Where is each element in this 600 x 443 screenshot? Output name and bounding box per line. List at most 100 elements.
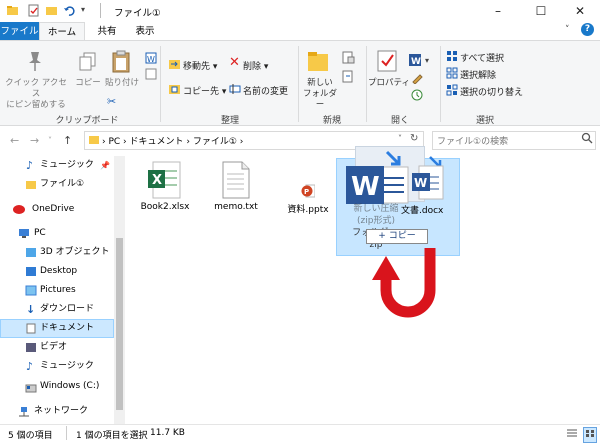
nav-item-drive-c[interactable]: Windows (C:) bbox=[0, 377, 114, 396]
move-to-icon bbox=[168, 58, 181, 73]
history-icon[interactable] bbox=[411, 89, 423, 104]
move-to-button[interactable]: 移動先 ▾ bbox=[183, 59, 217, 72]
network-icon bbox=[18, 406, 30, 425]
docx-file-name[interactable]: 文書.docx bbox=[401, 203, 443, 216]
nav-item-pc[interactable]: PC bbox=[0, 224, 114, 243]
new-folder-line1: 新しい bbox=[307, 78, 333, 88]
nav-label: ビデオ bbox=[40, 342, 68, 352]
excel-icon[interactable]: X bbox=[147, 161, 181, 202]
text-file-icon[interactable] bbox=[222, 161, 250, 202]
delete-button[interactable]: 削除 ▾ bbox=[243, 59, 268, 72]
nav-item-documents[interactable]: ドキュメント bbox=[0, 319, 114, 338]
powerpoint-icon[interactable]: P bbox=[301, 184, 316, 201]
paste-shortcut-icon[interactable]: W bbox=[145, 52, 157, 67]
maximize-button[interactable]: ☐ bbox=[521, 0, 561, 22]
nav-label: ネットワーク bbox=[34, 406, 89, 416]
nav-item-videos[interactable]: ビデオ bbox=[0, 338, 114, 357]
new-item-icon[interactable] bbox=[342, 51, 355, 67]
nav-item-onedrive[interactable]: OneDrive bbox=[0, 200, 114, 219]
select-none-button[interactable]: 選択解除 bbox=[460, 68, 496, 81]
open-dropdown-icon[interactable]: ▾ bbox=[425, 56, 429, 65]
properties-icon bbox=[376, 49, 398, 76]
copy-path-icon[interactable] bbox=[145, 68, 157, 83]
minimize-button[interactable]: – bbox=[478, 0, 518, 22]
nav-label: ミュージック bbox=[40, 361, 94, 371]
tab-file[interactable]: ファイル bbox=[0, 22, 39, 41]
file-name[interactable]: 資料.pptx bbox=[276, 202, 340, 215]
file-name[interactable]: Book2.xlsx bbox=[130, 202, 200, 212]
group-separator bbox=[298, 46, 299, 122]
invert-selection-button[interactable]: 選択の切り替え bbox=[460, 85, 523, 98]
copy-icon bbox=[79, 52, 97, 75]
drive-icon bbox=[25, 382, 37, 401]
nav-scrollbar-thumb[interactable] bbox=[116, 238, 123, 410]
search-icon[interactable] bbox=[581, 132, 593, 147]
back-arrow-icon[interactable]: ← bbox=[10, 134, 19, 147]
status-divider bbox=[66, 426, 67, 440]
ribbon-collapse-icon[interactable]: ˅ bbox=[565, 25, 570, 35]
search-placeholder: ファイル①の検索 bbox=[437, 137, 509, 147]
open-word-icon[interactable]: W bbox=[408, 53, 424, 70]
nav-item-desktop[interactable]: Desktop bbox=[0, 262, 114, 281]
address-path[interactable]: › PC › ドキュメント › ファイル① › bbox=[102, 134, 243, 147]
forward-arrow-icon[interactable]: → bbox=[30, 134, 39, 147]
music-icon: ♪ bbox=[26, 360, 34, 373]
address-folder-icon bbox=[88, 134, 100, 148]
file-name[interactable]: memo.txt bbox=[204, 202, 268, 212]
pin-label-line1: クイック アクセス bbox=[5, 78, 67, 99]
properties-button[interactable]: プロパティ bbox=[368, 78, 410, 89]
nav-item-3d-objects[interactable]: 3D オブジェクト bbox=[0, 243, 114, 262]
red-return-arrow-icon bbox=[368, 238, 448, 327]
title-divider bbox=[100, 3, 101, 18]
details-view-icon[interactable] bbox=[566, 428, 578, 442]
edit-icon[interactable] bbox=[411, 72, 423, 87]
docx-word-icon[interactable]: W bbox=[411, 165, 445, 204]
pin-quick-access-button[interactable]: クイック アクセス にピン留めする bbox=[4, 78, 68, 111]
paste-icon bbox=[111, 50, 131, 77]
copy-to-icon bbox=[168, 83, 181, 98]
paste-button[interactable]: 貼り付け bbox=[104, 78, 140, 89]
rename-button[interactable]: 名前の変更 bbox=[243, 84, 288, 97]
qat-dropdown-icon[interactable]: ▾ bbox=[81, 5, 85, 14]
nav-item-pictures[interactable]: Pictures bbox=[0, 281, 114, 300]
nav-label: ミュージック bbox=[40, 160, 94, 170]
address-dropdown-icon[interactable]: ˅ bbox=[398, 134, 402, 143]
tab-share[interactable]: 共有 bbox=[90, 22, 124, 41]
group-separator bbox=[366, 46, 367, 122]
nav-label: OneDrive bbox=[32, 204, 75, 214]
large-icons-view-icon[interactable] bbox=[583, 427, 597, 443]
new-folder-quick-icon[interactable] bbox=[45, 4, 58, 17]
undo-icon[interactable] bbox=[63, 4, 76, 17]
help-icon[interactable]: ? bbox=[581, 23, 594, 36]
copy-to-button[interactable]: コピー先 ▾ bbox=[183, 84, 226, 97]
tab-home[interactable]: ホーム bbox=[39, 22, 85, 41]
cut-icon[interactable]: ✂ bbox=[107, 95, 116, 108]
nav-item-folder1[interactable]: ファイル① bbox=[0, 175, 114, 194]
refresh-icon[interactable]: ↻ bbox=[410, 133, 418, 144]
svg-text:W: W bbox=[351, 172, 380, 202]
properties-quick-icon[interactable] bbox=[27, 4, 40, 17]
new-folder-line2: フォルダー bbox=[302, 89, 337, 110]
easy-access-icon[interactable] bbox=[342, 70, 355, 86]
copy-button[interactable]: コピー bbox=[70, 78, 106, 89]
pin-icon: 📌 bbox=[100, 161, 110, 170]
select-all-button[interactable]: すべて選択 bbox=[460, 51, 504, 64]
nav-item-music[interactable]: ♪ ミュージック bbox=[0, 357, 114, 376]
window-title: ファイル① bbox=[114, 8, 161, 19]
group-separator bbox=[440, 46, 441, 122]
nav-label: ダウンロード bbox=[40, 304, 95, 314]
nav-item-music-quick[interactable]: ♪ ミュージック 📌 bbox=[0, 156, 114, 175]
close-button[interactable]: ✕ bbox=[560, 0, 600, 22]
status-selected: 1 個の項目を選択 bbox=[76, 431, 148, 441]
new-folder-button[interactable]: 新しい フォルダー bbox=[300, 78, 340, 111]
folder-app-icon bbox=[6, 4, 19, 17]
group-separator bbox=[160, 46, 161, 122]
nav-item-network[interactable]: ネットワーク bbox=[0, 402, 114, 421]
recent-locations-icon[interactable]: ˅ bbox=[48, 136, 52, 145]
status-item-count: 5 個の項目 bbox=[8, 431, 53, 441]
onedrive-icon bbox=[13, 205, 25, 214]
select-none-icon bbox=[446, 67, 458, 82]
nav-item-downloads[interactable]: ↓ ダウンロード bbox=[0, 300, 114, 319]
up-arrow-icon[interactable]: ↑ bbox=[63, 134, 72, 147]
tab-view[interactable]: 表示 bbox=[128, 22, 162, 41]
